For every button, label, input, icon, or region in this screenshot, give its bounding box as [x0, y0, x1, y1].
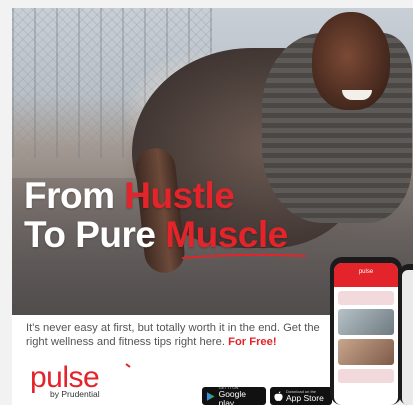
- tagline: It's never easy at first, but totally wo…: [26, 321, 336, 349]
- second-phone-mockup: [399, 264, 413, 405]
- phone-screen-header: pulse: [334, 263, 398, 287]
- headline-line1-white: From: [24, 175, 125, 216]
- phone-mockup: pulse: [330, 257, 402, 405]
- tagline-cta[interactable]: For Free!: [228, 336, 277, 348]
- second-phone-screen: [402, 270, 413, 405]
- logo-tick-icon: [125, 363, 131, 368]
- google-play-label: Google play: [218, 388, 246, 405]
- ad-frame: From Hustle To Pure Muscle It's never ea…: [0, 0, 413, 405]
- bottom-panel: It's never easy at first, but totally wo…: [12, 315, 342, 405]
- phone-screen-row: [338, 369, 394, 383]
- app-store-label: App Store: [286, 393, 324, 403]
- phone-screen-row: [338, 291, 394, 305]
- app-store-button[interactable]: Download on the App Store: [270, 387, 332, 405]
- headline: From Hustle To Pure Muscle: [24, 176, 288, 254]
- headline-line1-red: Hustle: [124, 175, 235, 216]
- phone-screen-card: [338, 339, 394, 365]
- headline-underline-swoosh: [181, 253, 307, 259]
- apple-icon: [274, 390, 283, 401]
- phone-screen-card: [338, 309, 394, 335]
- headline-line2-white: To Pure: [24, 214, 166, 255]
- headline-line2-red: Muscle: [165, 214, 288, 255]
- google-play-button[interactable]: GET IT ON Google play: [202, 385, 266, 405]
- phone-screen: pulse: [334, 263, 398, 405]
- google-play-icon: [206, 391, 215, 401]
- brand-byline: by Prudential: [50, 389, 100, 399]
